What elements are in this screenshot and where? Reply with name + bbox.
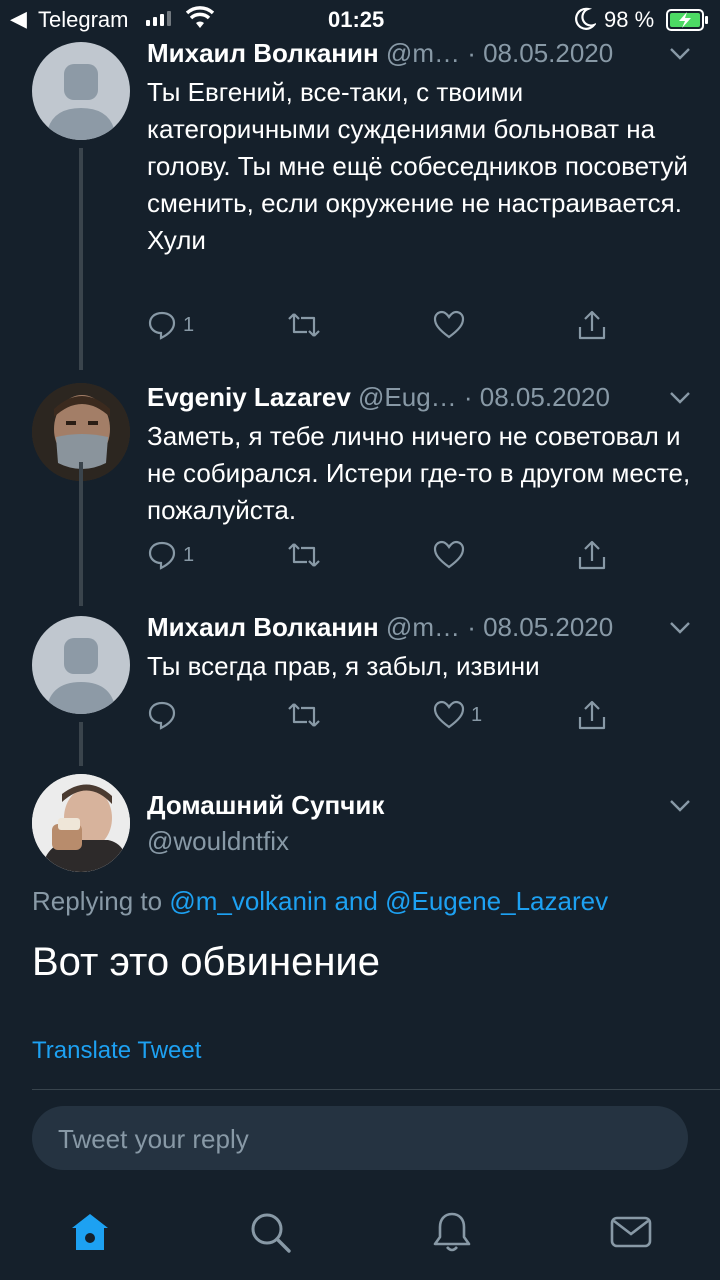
- replying-and[interactable]: and: [334, 886, 377, 916]
- reply-count: 1: [183, 543, 195, 566]
- author-name[interactable]: Домашний Супчик: [147, 790, 384, 821]
- author-name[interactable]: Михаил Волканин: [147, 38, 379, 68]
- battery-charging-icon: [666, 9, 708, 31]
- search-icon[interactable]: [248, 1210, 292, 1254]
- chevron-down-icon[interactable]: [668, 798, 692, 814]
- do-not-disturb-icon: [575, 7, 596, 30]
- tweet-actions: 1: [147, 698, 627, 738]
- retweet-button[interactable]: [287, 698, 327, 732]
- tweet-actions: 1: [147, 538, 627, 578]
- like-button[interactable]: [433, 538, 471, 572]
- back-arrow-icon[interactable]: ◀: [10, 6, 27, 32]
- reply-button[interactable]: [147, 698, 183, 732]
- heart-icon: [433, 310, 465, 339]
- battery-percent: 98 %: [604, 7, 655, 32]
- chevron-down-icon[interactable]: [668, 620, 692, 636]
- wifi-icon: [186, 6, 214, 28]
- retweet-icon: [288, 703, 320, 727]
- tweet-header: Михаил Волканин @m… · 08.05.2020: [147, 38, 690, 74]
- like-button[interactable]: 1: [433, 698, 482, 732]
- tweet-text: Ты Евгений, все-таки, с твоими категорич…: [147, 77, 688, 255]
- retweet-icon: [288, 313, 320, 337]
- replying-prefix: Replying to: [32, 886, 163, 916]
- default-avatar[interactable]: [32, 616, 130, 714]
- author-name[interactable]: Михаил Волканин: [147, 612, 379, 642]
- mention-link[interactable]: @Eugene_Lazarev: [385, 886, 608, 916]
- user-avatar[interactable]: [32, 774, 130, 872]
- thread-line: [79, 722, 83, 766]
- clock: 01:25: [328, 7, 385, 32]
- retweet-icon: [288, 543, 320, 567]
- author-handle[interactable]: @wouldntfix: [147, 826, 289, 857]
- translate-tweet-link[interactable]: Translate Tweet: [32, 1037, 201, 1065]
- thread-line: [79, 148, 83, 370]
- reply-icon: [148, 311, 176, 340]
- reply-button[interactable]: 1: [147, 308, 194, 342]
- reply-icon: [148, 701, 176, 730]
- tweet-text: Вот это обвинение: [32, 940, 381, 984]
- chevron-down-icon[interactable]: [668, 46, 692, 62]
- retweet-button[interactable]: [287, 538, 327, 572]
- default-user-icon: [46, 64, 116, 140]
- like-button[interactable]: [433, 308, 471, 342]
- author-handle[interactable]: @m…: [386, 38, 460, 68]
- bell-icon[interactable]: [430, 1210, 474, 1254]
- default-avatar[interactable]: [32, 42, 130, 140]
- reply-count: 1: [183, 313, 195, 336]
- author-handle[interactable]: @m…: [386, 612, 460, 642]
- status-bar: ◀ Telegram 01:25 98 %: [0, 0, 720, 38]
- tweet-text: Ты всегда прав, я забыл, извини: [147, 651, 540, 681]
- heart-icon: [433, 540, 465, 569]
- reply-box[interactable]: [32, 1106, 688, 1172]
- share-icon: [578, 700, 606, 730]
- share-button[interactable]: [577, 538, 607, 572]
- share-icon: [578, 540, 606, 570]
- tweet-date: · 08.05.2020: [467, 38, 614, 68]
- reply-input[interactable]: [56, 1106, 660, 1172]
- user-photo: [32, 774, 130, 872]
- share-button[interactable]: [577, 308, 607, 342]
- like-count: 1: [471, 703, 483, 726]
- share-icon: [578, 310, 606, 340]
- retweet-button[interactable]: [287, 308, 327, 342]
- bottom-nav: [0, 1186, 720, 1280]
- tweet-header: Михаил Волканин @m… · 08.05.2020: [147, 612, 690, 648]
- tweet-date: · 08.05.2020: [467, 612, 614, 642]
- cellular-signal-icon: [146, 11, 171, 26]
- default-user-icon: [46, 638, 116, 714]
- mail-icon[interactable]: [609, 1210, 653, 1254]
- home-icon[interactable]: [68, 1210, 112, 1254]
- thread-line: [79, 462, 83, 606]
- divider: [32, 1089, 720, 1090]
- tweet-text: Заметь, я тебе лично ничего не советовал…: [147, 421, 691, 525]
- author-handle[interactable]: @Eug…: [358, 382, 457, 412]
- author-name[interactable]: Evgeniy Lazarev: [147, 382, 351, 412]
- reply-icon: [148, 541, 176, 570]
- reply-button[interactable]: 1: [147, 538, 194, 572]
- mention-link[interactable]: @m_volkanin: [169, 886, 327, 916]
- tweet-actions: 1: [147, 308, 627, 348]
- back-app-label[interactable]: Telegram: [38, 7, 128, 33]
- replying-to: Replying to @m_volkanin and @Eugene_Laza…: [32, 886, 608, 917]
- tweet-date: · 08.05.2020: [463, 382, 610, 412]
- heart-icon: [433, 700, 465, 729]
- chevron-down-icon[interactable]: [668, 390, 692, 406]
- tweet-header: Evgeniy Lazarev @Eug… · 08.05.2020: [147, 382, 690, 418]
- share-button[interactable]: [577, 698, 607, 732]
